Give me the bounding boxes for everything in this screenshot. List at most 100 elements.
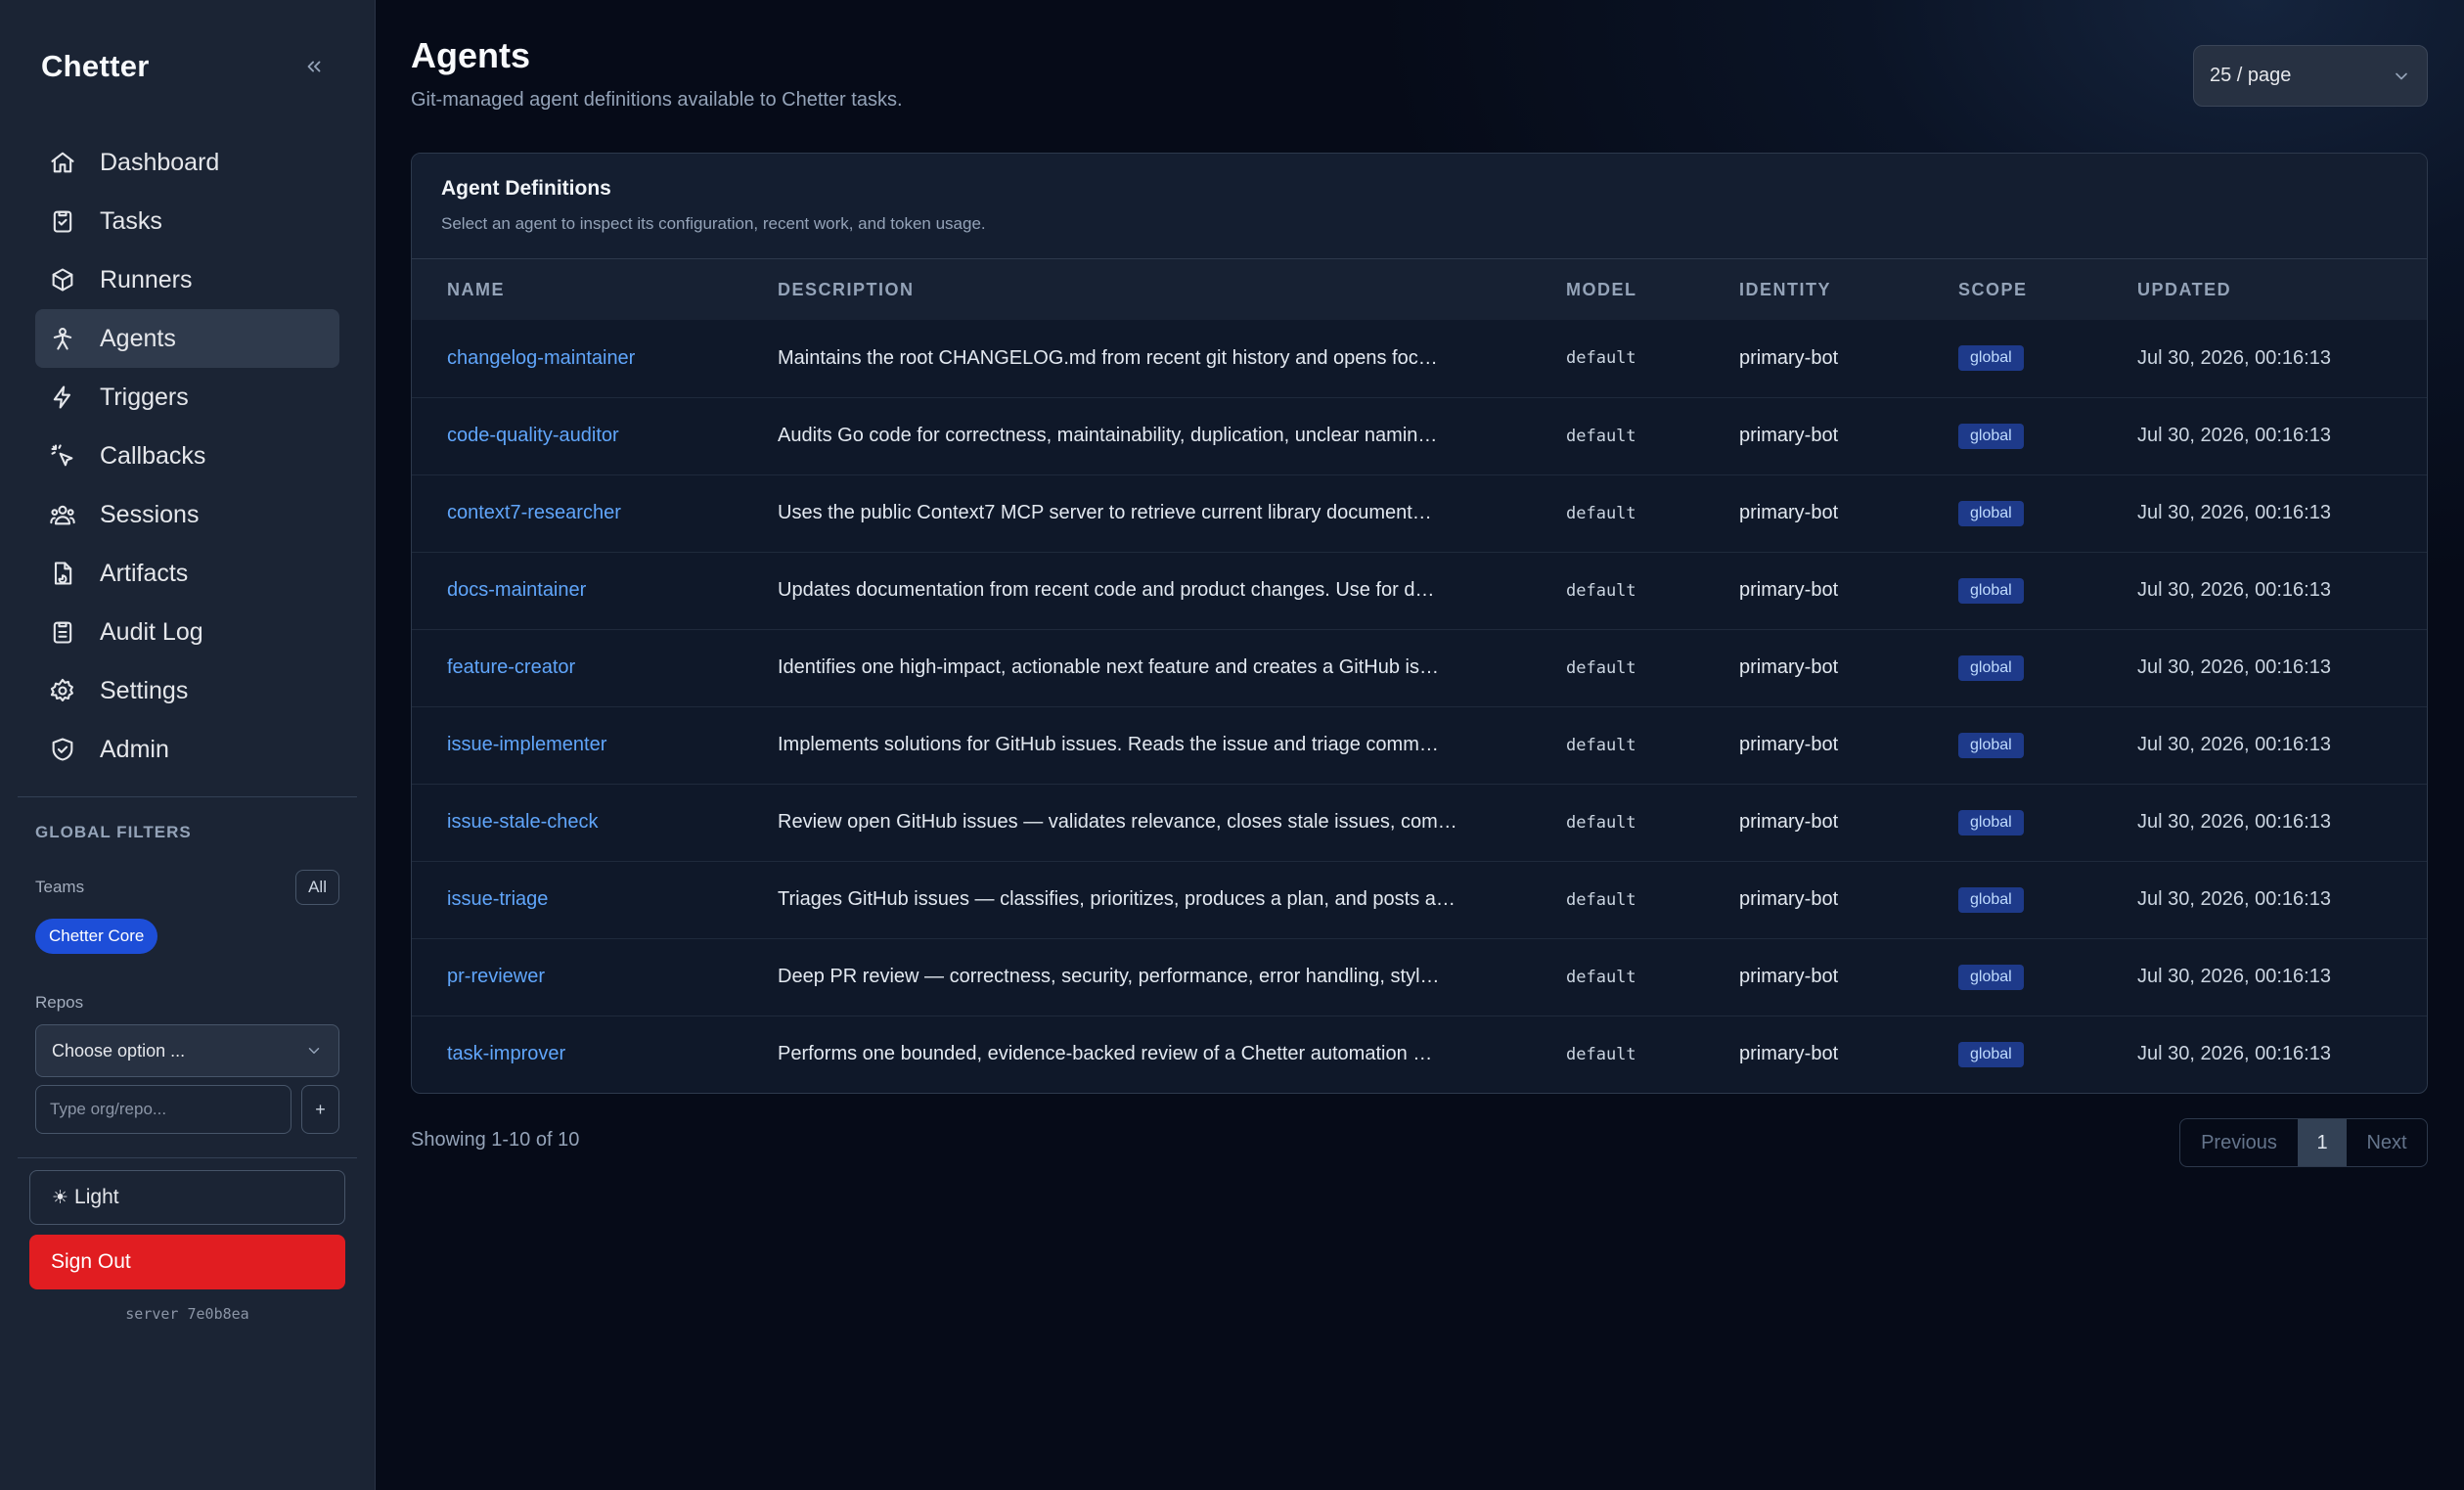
agent-link[interactable]: pr-reviewer [447,966,545,987]
cell-scope: global [1923,938,2102,1016]
agent-definitions-card: Agent Definitions Select an agent to ins… [411,153,2428,1094]
home-icon [51,152,74,173]
sidebar-item-tasks[interactable]: Tasks [35,192,339,250]
column-header-model[interactable]: MODEL [1531,259,1704,320]
column-header-identity[interactable]: IDENTITY [1704,259,1923,320]
cell-name: issue-stale-check [412,784,742,861]
sidebar-item-label: Callbacks [100,441,206,470]
team-chip-chetter-core[interactable]: Chetter Core [35,919,158,954]
app: Chetter Dashboard Tasks Runners Agents T… [0,0,2464,1490]
cell-scope: global [1923,861,2102,938]
brand-row: Chetter [0,0,375,133]
sign-out-button[interactable]: Sign Out [29,1235,345,1289]
cell-updated: Jul 30, 2026, 00:16:13 [2137,811,2331,833]
next-page-button[interactable]: Next [2347,1119,2427,1166]
scope-badge: global [1958,655,2024,681]
sidebar-item-audit-log[interactable]: Audit Log [35,603,339,661]
sidebar-item-settings[interactable]: Settings [35,661,339,720]
per-page-value: 25 / page [2210,65,2292,86]
cell-model: default [1566,657,1636,678]
sidebar-item-agents[interactable]: Agents [35,309,339,368]
clipboard-check-icon [53,210,72,233]
cell-description: Implements solutions for GitHub issues. … [778,734,1439,755]
repos-select[interactable]: Choose option ... [35,1024,339,1077]
table-row[interactable]: issue-stale-check Review open GitHub issu… [412,784,2427,861]
agent-link[interactable]: issue-implementer [447,734,606,755]
scope-badge: global [1958,345,2024,372]
cell-model: default [1566,735,1636,755]
sidebar-item-label: Admin [100,735,169,763]
sidebar-item-label: Triggers [100,383,189,411]
sidebar-item-dashboard[interactable]: Dashboard [35,133,339,192]
cell-model: default [1566,503,1636,523]
teams-label: Teams [35,878,85,896]
table-row[interactable]: feature-creator Identifies one high-impac… [412,629,2427,706]
agent-link[interactable]: code-quality-auditor [447,425,619,446]
agent-link[interactable]: docs-maintainer [447,579,586,601]
showing-count: Showing 1-10 of 10 [411,1129,580,1151]
cell-scope: global [1923,397,2102,474]
cell-name: pr-reviewer [412,938,742,1016]
table-header-row: NAME DESCRIPTION MODEL IDENTITY SCOPE UP… [412,259,2427,320]
gear-icon [50,678,73,701]
sidebar-item-admin[interactable]: Admin [35,720,339,779]
filters-title: GLOBAL FILTERS [35,823,192,841]
repo-input-row: + [35,1085,339,1134]
agent-link[interactable]: context7-researcher [447,502,621,523]
agent-link[interactable]: issue-stale-check [447,811,599,833]
cell-name: feature-creator [412,629,742,706]
table-row[interactable]: docs-maintainer Updates documentation fro… [412,552,2427,629]
table-row[interactable]: context7-researcher Uses the public Conte… [412,474,2427,552]
per-page-select[interactable]: 25 / page [2193,45,2428,107]
sidebar-item-artifacts[interactable]: Artifacts [35,544,339,603]
table-row[interactable]: code-quality-auditor Audits Go code for c… [412,397,2427,474]
cell-scope: global [1923,474,2102,552]
cell-name: task-improver [412,1016,742,1093]
cell-scope: global [1923,1016,2102,1093]
teams-all-button[interactable]: All [295,870,339,905]
agent-link[interactable]: task-improver [447,1043,565,1064]
table-row[interactable]: issue-implementer Implements solutions fo… [412,706,2427,784]
cell-model: default [1566,426,1636,446]
add-repo-button[interactable]: + [300,1085,339,1134]
page-header: Agents Git-managed agent definitions ava… [411,0,2428,153]
sidebar-item-runners[interactable]: Runners [35,250,339,309]
table-row[interactable]: task-improver Performs one bounded, evide… [412,1016,2427,1093]
sidebar-item-triggers[interactable]: Triggers [35,368,339,427]
repo-input[interactable] [35,1085,291,1134]
previous-page-button[interactable]: Previous [2180,1119,2298,1166]
table-row[interactable]: changelog-maintainer Maintains the root C… [412,320,2427,397]
agent-link[interactable]: changelog-maintainer [447,347,635,369]
column-header-name[interactable]: NAME [412,259,742,320]
collapse-sidebar-button[interactable] [300,53,328,80]
main-content: Agents Git-managed agent definitions ava… [376,0,2464,1490]
column-header-description[interactable]: DESCRIPTION [742,259,1531,320]
cell-updated: Jul 30, 2026, 00:16:13 [2137,966,2331,987]
agents-table: NAME DESCRIPTION MODEL IDENTITY SCOPE UP… [412,259,2427,1093]
table-row[interactable]: pr-reviewer Deep PR review — correctness,… [412,938,2427,1016]
agent-link[interactable]: feature-creator [447,656,575,678]
page-1-button[interactable]: 1 [2298,1119,2347,1166]
column-header-updated[interactable]: UPDATED [2102,259,2427,320]
theme-toggle-button[interactable]: ☀ Light [29,1170,345,1225]
page-subtitle: Git-managed agent definitions available … [411,89,903,111]
agent-link[interactable]: issue-triage [447,888,548,910]
sidebar-item-sessions[interactable]: Sessions [35,485,339,544]
cell-scope: global [1923,784,2102,861]
bolt-icon [53,385,71,409]
cell-identity: primary-bot [1739,734,1839,755]
cell-updated: Jul 30, 2026, 00:16:13 [2137,734,2331,755]
cell-identity: primary-bot [1739,1043,1839,1065]
column-header-scope[interactable]: SCOPE [1923,259,2102,320]
file-chart-icon [54,562,72,585]
scope-badge: global [1958,500,2024,526]
scope-badge: global [1958,577,2024,604]
sidebar-item-callbacks[interactable]: Callbacks [35,427,339,485]
scope-badge: global [1958,964,2024,990]
repos-label: Repos [35,993,84,1012]
cell-description: Identifies one high-impact, actionable n… [778,656,1439,678]
sidebar-item-label: Dashboard [100,148,220,176]
cube-icon [52,268,73,292]
table-row[interactable]: issue-triage Triages GitHub issues — clas… [412,861,2427,938]
cell-description: Audits Go code for correctness, maintain… [778,425,1438,446]
